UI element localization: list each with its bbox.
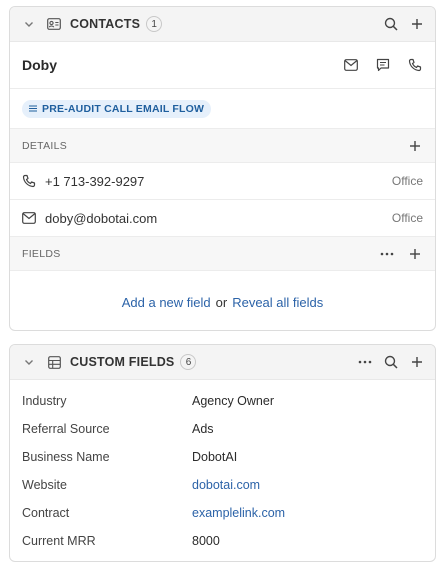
contacts-header[interactable]: CONTACTS 1 bbox=[10, 7, 435, 42]
contact-card-icon bbox=[46, 16, 62, 32]
reveal-all-fields-link[interactable]: Reveal all fields bbox=[232, 295, 323, 310]
mail-icon bbox=[22, 211, 36, 225]
phone-detail-row[interactable]: +1 713-392-9297 Office bbox=[10, 163, 435, 200]
custom-field-row[interactable]: Website dobotai.com bbox=[10, 471, 435, 499]
tag-row: PRE-AUDIT CALL EMAIL FLOW bbox=[10, 89, 435, 129]
workflow-tag[interactable]: PRE-AUDIT CALL EMAIL FLOW bbox=[22, 99, 212, 118]
contact-name[interactable]: Doby bbox=[22, 57, 57, 73]
custom-field-value[interactable]: Agency Owner bbox=[192, 394, 274, 408]
search-icon[interactable] bbox=[383, 16, 399, 32]
custom-field-row[interactable]: Contract examplelink.com bbox=[10, 499, 435, 527]
custom-fields-count-badge: 6 bbox=[180, 354, 197, 370]
add-new-field-link[interactable]: Add a new field bbox=[122, 295, 211, 310]
contract-link[interactable]: examplelink.com bbox=[192, 506, 285, 520]
add-contact-button[interactable] bbox=[409, 16, 425, 32]
custom-field-row[interactable]: Current MRR 8000 bbox=[10, 527, 435, 555]
email-icon[interactable] bbox=[343, 57, 359, 73]
table-icon bbox=[46, 354, 62, 370]
details-label: DETAILS bbox=[22, 139, 68, 152]
contacts-count-badge: 1 bbox=[146, 16, 163, 32]
custom-field-row[interactable]: Industry Agency Owner bbox=[10, 387, 435, 415]
more-options-icon[interactable] bbox=[379, 246, 395, 262]
list-icon bbox=[29, 105, 37, 112]
custom-field-label: Business Name bbox=[22, 450, 110, 464]
contacts-title: CONTACTS bbox=[70, 17, 141, 31]
custom-field-label: Current MRR bbox=[22, 534, 96, 548]
workflow-tag-label: PRE-AUDIT CALL EMAIL FLOW bbox=[42, 102, 205, 115]
email-detail-row[interactable]: doby@dobotai.com Office bbox=[10, 200, 435, 237]
or-text: or bbox=[215, 295, 228, 310]
add-detail-button[interactable] bbox=[407, 138, 423, 154]
contact-row[interactable]: Doby bbox=[10, 42, 435, 89]
details-section-header: DETAILS bbox=[10, 129, 435, 163]
custom-fields-header[interactable]: CUSTOM FIELDS 6 bbox=[10, 345, 435, 380]
website-link[interactable]: dobotai.com bbox=[192, 478, 260, 492]
chevron-down-icon[interactable] bbox=[22, 17, 36, 31]
phone-call-icon[interactable] bbox=[407, 57, 423, 73]
custom-field-label: Industry bbox=[22, 394, 67, 408]
fields-section-header: FIELDS bbox=[10, 237, 435, 271]
custom-fields-table: Industry Agency Owner Referral Source Ad… bbox=[10, 380, 435, 555]
custom-fields-title: CUSTOM FIELDS bbox=[70, 355, 175, 369]
phone-icon bbox=[22, 174, 36, 188]
message-icon[interactable] bbox=[375, 57, 391, 73]
more-options-icon[interactable] bbox=[357, 354, 373, 370]
search-icon[interactable] bbox=[383, 354, 399, 370]
custom-field-row[interactable]: Business Name DobotAI bbox=[10, 443, 435, 471]
phone-value[interactable]: +1 713-392-9297 bbox=[45, 174, 144, 189]
custom-field-value[interactable]: 8000 bbox=[192, 534, 220, 548]
custom-field-value[interactable]: Ads bbox=[192, 422, 214, 436]
custom-field-label: Referral Source bbox=[22, 422, 110, 436]
phone-type: Office bbox=[391, 174, 423, 188]
custom-field-row[interactable]: Referral Source Ads bbox=[10, 415, 435, 443]
custom-fields-panel: CUSTOM FIELDS 6 Industry Agency Owner Re… bbox=[9, 344, 436, 562]
contacts-panel: CONTACTS 1 Doby PRE-AUDIT CALL EMAIL FLO… bbox=[9, 6, 436, 331]
custom-field-label: Website bbox=[22, 478, 67, 492]
email-type: Office bbox=[391, 211, 423, 225]
add-custom-field-button[interactable] bbox=[409, 354, 425, 370]
chevron-down-icon[interactable] bbox=[22, 355, 36, 369]
fields-empty-state: Add a new field or Reveal all fields bbox=[10, 271, 435, 330]
add-field-button[interactable] bbox=[407, 246, 423, 262]
email-value[interactable]: doby@dobotai.com bbox=[45, 211, 157, 226]
custom-field-value[interactable]: DobotAI bbox=[192, 450, 237, 464]
fields-label: FIELDS bbox=[22, 247, 61, 260]
custom-field-label: Contract bbox=[22, 506, 70, 520]
